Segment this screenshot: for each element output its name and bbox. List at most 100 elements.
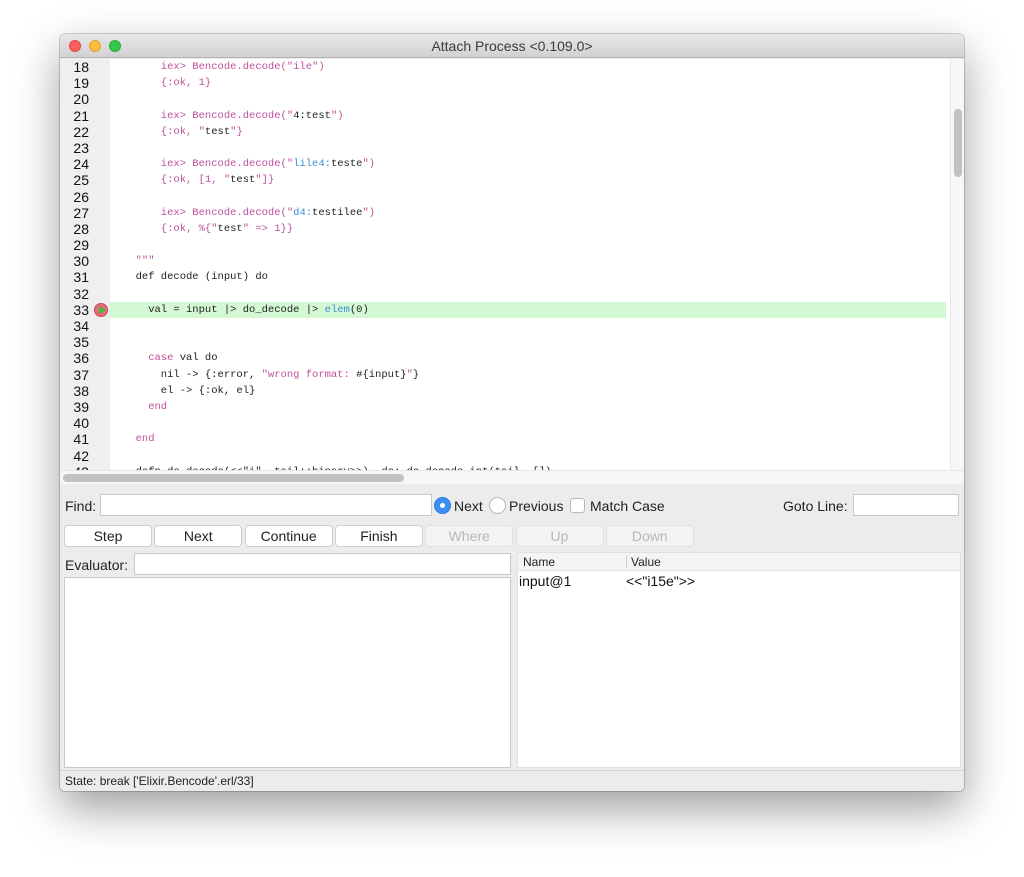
code-line[interactable]: 33 val = input |> do_decode |> elem(0) xyxy=(60,301,950,318)
line-number[interactable]: 32 xyxy=(60,286,89,302)
code-token: """ xyxy=(123,255,155,268)
code-token: iex> Bencode.decode(" xyxy=(123,158,294,171)
code-line[interactable]: 24 iex> Bencode.decode("lile4:teste") xyxy=(60,156,950,172)
code-token: def decode (input) do xyxy=(123,271,268,284)
code-line[interactable]: 30 """ xyxy=(60,253,950,269)
code-line[interactable]: 41 end xyxy=(60,431,950,447)
line-number[interactable]: 40 xyxy=(60,415,89,431)
vertical-scroll-thumb[interactable] xyxy=(954,109,962,177)
code-line[interactable]: 25 {:ok, [1, "test"]} xyxy=(60,172,950,188)
goto-line-input[interactable] xyxy=(853,494,959,516)
line-number[interactable]: 42 xyxy=(60,448,89,464)
code-line[interactable]: 19 {:ok, 1} xyxy=(60,75,950,91)
line-number[interactable]: 29 xyxy=(60,237,89,253)
code-token: val do xyxy=(173,352,218,365)
up-button[interactable]: Up xyxy=(515,525,604,547)
line-number[interactable]: 26 xyxy=(60,189,89,205)
horizontal-scrollbar[interactable] xyxy=(60,470,964,484)
line-number[interactable]: 34 xyxy=(60,318,89,334)
code-line[interactable]: 38 el -> {:ok, el} xyxy=(60,383,950,399)
code-line[interactable]: 22 {:ok, "test"} xyxy=(60,124,950,140)
code-line[interactable]: 21 iex> Bencode.decode("4:test") xyxy=(60,108,950,124)
goto-line-label: Goto Line: xyxy=(783,498,848,514)
code-line[interactable]: 28 {:ok, %{"test" => 1}} xyxy=(60,221,950,237)
find-next-radio[interactable] xyxy=(434,497,451,514)
column-separator[interactable] xyxy=(626,555,627,568)
code-token: d4: xyxy=(293,206,313,219)
line-number[interactable]: 36 xyxy=(60,350,89,366)
code-token: {:ok, " xyxy=(123,125,205,138)
code-line[interactable]: 23 xyxy=(60,140,950,156)
line-number[interactable]: 19 xyxy=(60,75,89,91)
find-previous-radio[interactable] xyxy=(489,497,506,514)
line-number[interactable]: 38 xyxy=(60,383,89,399)
horizontal-scroll-thumb[interactable] xyxy=(63,474,404,482)
column-header-value[interactable]: Value xyxy=(631,555,661,569)
find-input[interactable] xyxy=(100,494,432,516)
vertical-scrollbar[interactable] xyxy=(950,59,964,481)
code-line[interactable]: 34 xyxy=(60,318,950,334)
line-number[interactable]: 31 xyxy=(60,269,89,285)
code-line[interactable]: 31 def decode (input) do xyxy=(60,269,950,285)
code-token: iex> Bencode.decode("ile") xyxy=(123,61,325,73)
status-bar: State: break ['Elixir.Bencode'.erl/33] xyxy=(60,770,964,791)
evaluator-output[interactable] xyxy=(64,577,511,768)
next-button[interactable]: Next xyxy=(154,525,243,547)
match-case-checkbox[interactable] xyxy=(570,498,585,513)
step-button[interactable]: Step xyxy=(64,525,152,547)
line-number[interactable]: 30 xyxy=(60,253,89,269)
code-line[interactable]: 40 xyxy=(60,415,950,431)
binding-row[interactable]: input@1 <<"i15e">> xyxy=(518,572,960,590)
code-line[interactable]: 32 xyxy=(60,286,950,302)
line-code: {:ok, 1} xyxy=(123,77,211,90)
line-number[interactable]: 23 xyxy=(60,140,89,156)
code-token: testilee xyxy=(312,206,363,219)
line-code: {:ok, %{"test" => 1}} xyxy=(123,223,293,236)
code-line[interactable]: 18 iex> Bencode.decode("ile") xyxy=(60,59,950,75)
line-number[interactable]: 33 xyxy=(60,302,89,318)
line-number[interactable]: 22 xyxy=(60,124,89,140)
line-number[interactable]: 25 xyxy=(60,172,89,188)
title-bar: Attach Process <0.109.0> xyxy=(60,34,964,58)
code-line[interactable]: 39 end xyxy=(60,399,950,415)
line-code: """ xyxy=(123,255,155,268)
line-number[interactable]: 18 xyxy=(60,59,89,75)
finish-button[interactable]: Finish xyxy=(334,525,423,547)
line-number[interactable]: 41 xyxy=(60,431,89,447)
line-number[interactable]: 20 xyxy=(60,91,89,107)
bindings-table[interactable]: Name Value input@1 <<"i15e">> xyxy=(517,552,961,768)
evaluator-input[interactable] xyxy=(134,553,511,575)
code-line[interactable]: 42 xyxy=(60,448,950,464)
line-number[interactable]: 21 xyxy=(60,108,89,124)
code-line[interactable]: 26 xyxy=(60,189,950,205)
down-button[interactable]: Down xyxy=(605,525,694,547)
code-token: end xyxy=(123,400,168,413)
code-line[interactable]: 36 case val do xyxy=(60,350,950,366)
line-number[interactable]: 35 xyxy=(60,334,89,350)
line-code: el -> {:ok, el} xyxy=(123,384,256,398)
where-button[interactable]: Where xyxy=(425,525,514,547)
find-next-label[interactable]: Next xyxy=(454,498,483,514)
line-code: iex> Bencode.decode("4:test") xyxy=(123,110,344,123)
line-code: case val do xyxy=(123,352,218,365)
column-header-name[interactable]: Name xyxy=(523,555,555,569)
line-code: {:ok, [1, "test"]} xyxy=(123,174,274,187)
line-code: {:ok, "test"} xyxy=(123,126,243,139)
code-token: el -> {:ok, el} xyxy=(123,384,256,397)
code-line[interactable]: 20 xyxy=(60,91,950,107)
line-number[interactable]: 37 xyxy=(60,367,89,383)
line-number[interactable]: 39 xyxy=(60,399,89,415)
continue-button[interactable]: Continue xyxy=(244,525,333,547)
code-editor[interactable]: 18 iex> Bencode.decode("ile") 19 {:ok, 1}… xyxy=(60,59,964,481)
code-line[interactable]: 37 nil -> {:error, "wrong format: #{inpu… xyxy=(60,367,950,383)
breakpoint-current-icon[interactable] xyxy=(94,302,108,317)
line-number[interactable]: 28 xyxy=(60,221,89,237)
line-number[interactable]: 24 xyxy=(60,156,89,172)
match-case-label[interactable]: Match Case xyxy=(590,498,665,514)
code-line[interactable]: 27 iex> Bencode.decode("d4:testilee") xyxy=(60,205,950,221)
code-token: ") xyxy=(362,206,376,219)
line-number[interactable]: 27 xyxy=(60,205,89,221)
find-previous-label[interactable]: Previous xyxy=(509,498,563,514)
code-line[interactable]: 35 xyxy=(60,334,950,350)
code-line[interactable]: 29 xyxy=(60,237,950,253)
